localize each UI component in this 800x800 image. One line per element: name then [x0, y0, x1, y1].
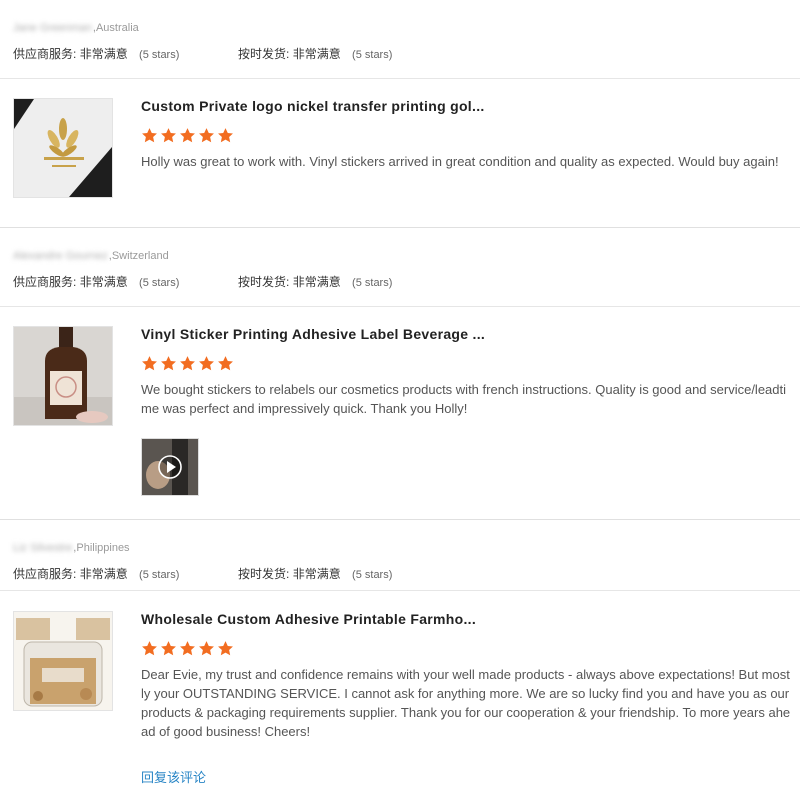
star-icon	[161, 641, 176, 656]
shipping-stars: (5 stars)	[352, 569, 393, 581]
review-text: Holly was great to work with. Vinyl stic…	[141, 154, 779, 169]
shipping-rating: 按时发货: 非常满意 (5 stars)	[238, 273, 392, 290]
shipping-rating: 按时发货: 非常满意 (5 stars)	[238, 565, 392, 582]
shipping-value: 非常满意	[292, 567, 341, 581]
star-icon	[161, 356, 176, 371]
supplier-service-rating: 供应商服务: 非常满意 (5 stars)	[13, 273, 179, 290]
star-icon	[218, 641, 233, 656]
supplier-service-stars: (5 stars)	[139, 277, 180, 289]
shipping-value: 非常满意	[292, 47, 341, 61]
product-title[interactable]: Custom Private logo nickel transfer prin…	[141, 98, 485, 114]
star-icon	[142, 356, 157, 371]
rating-stars	[141, 640, 234, 657]
star-icon	[199, 128, 214, 143]
star-icon	[142, 128, 157, 143]
shipping-value: 非常满意	[292, 275, 341, 289]
star-icon	[142, 641, 157, 656]
star-icon	[180, 356, 195, 371]
rating-stars	[141, 355, 234, 372]
review-body-3: Wholesale Custom Adhesive Printable Farm…	[0, 591, 800, 800]
product-thumbnail[interactable]	[13, 611, 113, 711]
review-body-1: Custom Private logo nickel transfer prin…	[0, 78, 800, 228]
product-thumbnail[interactable]	[13, 326, 113, 426]
review-video-thumbnail[interactable]	[141, 438, 199, 496]
reviewer-country: Philippines	[76, 542, 130, 554]
supplier-service-rating: 供应商服务: 非常满意 (5 stars)	[13, 45, 179, 62]
shipping-label: 按时发货:	[238, 567, 290, 581]
star-icon	[199, 641, 214, 656]
supplier-service-label: 供应商服务:	[13, 567, 77, 581]
shipping-label: 按时发货:	[238, 47, 290, 61]
review-text: Dear Evie, my trust and confidence remai…	[141, 667, 791, 739]
review-meta-1: Jane Greenman,Australia 供应商服务: 非常满意 (5 s…	[0, 0, 800, 79]
star-icon	[161, 128, 176, 143]
shipping-stars: (5 stars)	[352, 277, 393, 289]
reviewer-country: Switzerland	[111, 250, 169, 262]
supplier-service-value: 非常满意	[79, 47, 128, 61]
supplier-service-rating: 供应商服务: 非常满意 (5 stars)	[13, 565, 179, 582]
reviewer-name: Jane Greenman	[13, 22, 92, 34]
reply-to-review-link[interactable]: 回复该评论	[141, 767, 206, 786]
shipping-label: 按时发货:	[238, 275, 290, 289]
supplier-service-stars: (5 stars)	[139, 49, 180, 61]
reviewer-info: Jane Greenman,Australia	[13, 22, 139, 34]
review-meta-3: Liz Silvestre,Philippines 供应商服务: 非常满意 (5…	[0, 520, 800, 591]
shipping-rating: 按时发货: 非常满意 (5 stars)	[238, 45, 392, 62]
reviewer-info: Alexandre Gournez,Switzerland	[13, 250, 169, 262]
shipping-stars: (5 stars)	[352, 49, 393, 61]
reviewer-name: Liz Silvestre	[13, 542, 73, 554]
supplier-service-stars: (5 stars)	[139, 569, 180, 581]
reviewer-country: Australia	[95, 22, 139, 34]
review-body-2: Vinyl Sticker Printing Adhesive Label Be…	[0, 306, 800, 519]
star-icon	[218, 356, 233, 371]
star-icon	[218, 128, 233, 143]
reviewer-info: Liz Silvestre,Philippines	[13, 542, 130, 554]
star-icon	[180, 641, 195, 656]
supplier-service-label: 供应商服务:	[13, 275, 77, 289]
rating-stars	[141, 127, 234, 144]
review-text: We bought stickers to relabels our cosme…	[141, 382, 787, 416]
supplier-service-value: 非常满意	[79, 567, 128, 581]
star-icon	[180, 128, 195, 143]
review-meta-2: Alexandre Gournez,Switzerland 供应商服务: 非常满…	[0, 228, 800, 307]
product-title[interactable]: Vinyl Sticker Printing Adhesive Label Be…	[141, 326, 485, 342]
product-title[interactable]: Wholesale Custom Adhesive Printable Farm…	[141, 611, 476, 627]
star-icon	[199, 356, 214, 371]
reviewer-name: Alexandre Gournez	[13, 250, 108, 262]
product-thumbnail[interactable]	[13, 98, 113, 198]
supplier-service-label: 供应商服务:	[13, 47, 77, 61]
supplier-service-value: 非常满意	[79, 275, 128, 289]
